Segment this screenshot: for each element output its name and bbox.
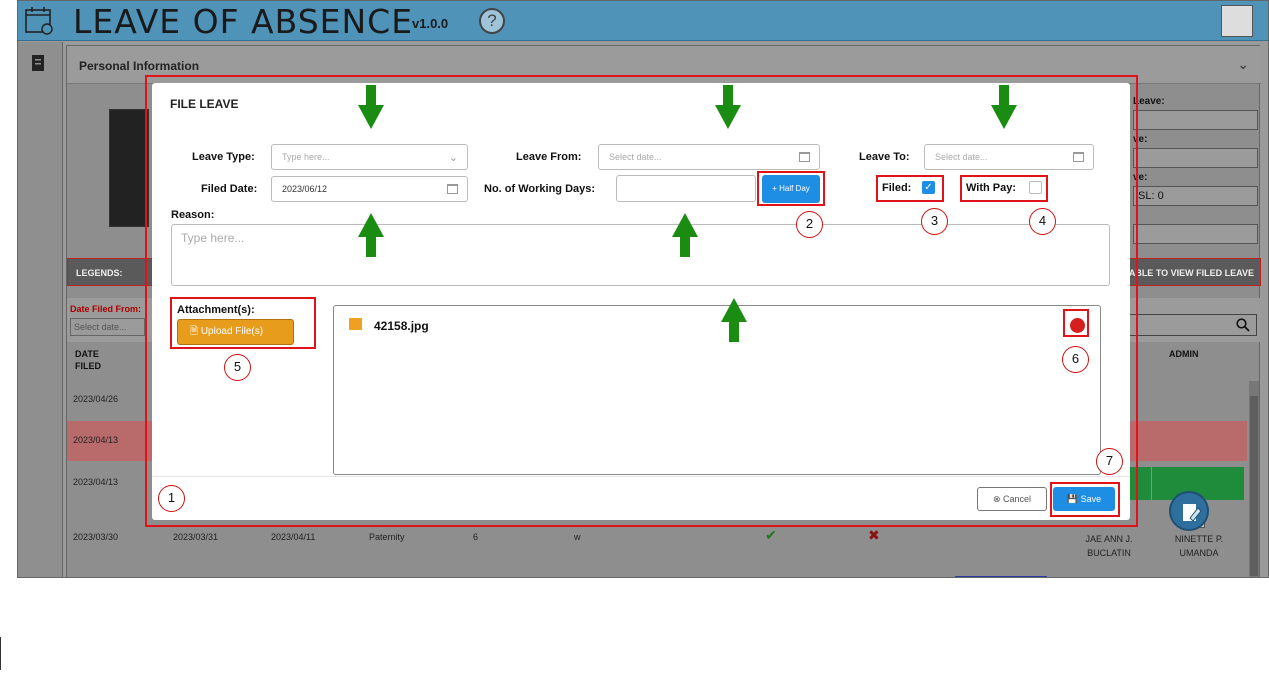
right-field [1133, 224, 1258, 244]
file-leave-fab[interactable] [1169, 491, 1209, 531]
user-avatar[interactable] [1221, 5, 1253, 37]
arrow-down-icon [715, 85, 741, 129]
chevron-down-icon[interactable]: ⌄ [1237, 56, 1249, 73]
annotation-box-save [1050, 482, 1120, 517]
scrollbar-thumb[interactable] [1250, 396, 1258, 576]
personal-info-title: Personal Information [79, 59, 200, 73]
app-version: v1.0.0 [412, 16, 449, 31]
column-header-date-filed: DATE FILED [75, 349, 101, 371]
annotation-number: 2 [796, 211, 823, 238]
annotation-number: 4 [1029, 208, 1056, 235]
app-title: LEAVE OF ABSENCE [73, 2, 414, 41]
profile-photo [109, 109, 149, 227]
right-field [1133, 110, 1258, 130]
annotation-box-half-day [757, 171, 825, 206]
cursor-line [0, 637, 1, 670]
date-filed-from-label: Date Filed From: [70, 304, 142, 314]
help-button[interactable]: ? [479, 8, 505, 34]
edit-icon [1183, 504, 1202, 522]
arrow-down-icon [358, 85, 384, 129]
search-icon[interactable] [1236, 318, 1250, 332]
check-icon: ✔ [765, 527, 777, 543]
sidebar [18, 42, 63, 577]
arrow-down-icon [991, 85, 1017, 129]
sl-field: SL: 0 [1133, 186, 1258, 206]
right-field [1133, 148, 1258, 168]
date-filed-from-input[interactable]: Select date... [70, 318, 145, 336]
annotation-box-filed [876, 175, 944, 202]
annotation-box-delete [1063, 309, 1089, 337]
arrow-up-icon [358, 213, 384, 257]
status-cell-blue [955, 576, 1047, 577]
annotation-box-upload [170, 297, 316, 349]
annotation-number: 5 [224, 354, 251, 381]
document-icon[interactable] [30, 54, 46, 72]
annotation-number: 1 [158, 485, 185, 512]
annotation-box-with-pay [960, 175, 1048, 202]
arrow-up-icon [672, 213, 698, 257]
search-box[interactable] [1127, 314, 1257, 336]
annotation-number: 6 [1062, 346, 1089, 373]
legends-label: LEGENDS: [76, 268, 123, 278]
annotation-number: 3 [921, 208, 948, 235]
top-bar: LEAVE OF ABSENCE v1.0.0 ? [18, 1, 1268, 41]
legends-hint: TABLE TO VIEW FILED LEAVE [1123, 268, 1254, 278]
arrow-up-icon [721, 298, 747, 342]
calendar-icon [25, 7, 53, 35]
annotation-number: 7 [1096, 448, 1123, 475]
column-header-admin: ADMIN [1169, 349, 1199, 359]
cross-icon: ✖ [868, 527, 880, 543]
